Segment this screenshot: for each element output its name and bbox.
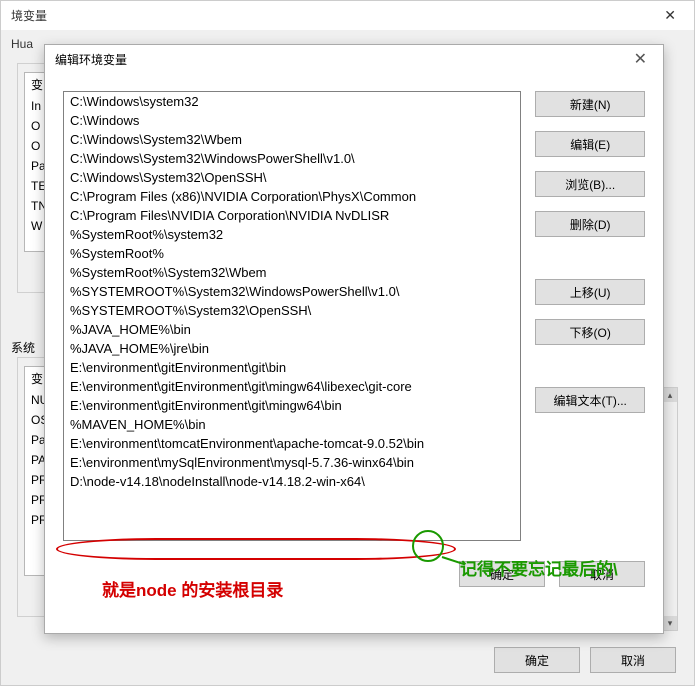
- path-item[interactable]: %SystemRoot%\System32\Wbem: [64, 263, 520, 282]
- path-item[interactable]: C:\Windows: [64, 111, 520, 130]
- edit-close-icon[interactable]: ✕: [628, 49, 653, 69]
- path-item[interactable]: C:\Windows\System32\OpenSSH\: [64, 168, 520, 187]
- path-item[interactable]: %JAVA_HOME%\jre\bin: [64, 339, 520, 358]
- edit-body: C:\Windows\system32C:\WindowsC:\Windows\…: [45, 73, 663, 551]
- scroll-up-icon[interactable]: ▴: [663, 388, 677, 402]
- path-item[interactable]: C:\Program Files (x86)\NVIDIA Corporatio…: [64, 187, 520, 206]
- path-item[interactable]: C:\Program Files\NVIDIA Corporation\NVID…: [64, 206, 520, 225]
- path-item[interactable]: C:\Windows\System32\WindowsPowerShell\v1…: [64, 149, 520, 168]
- path-item[interactable]: C:\Windows\System32\Wbem: [64, 130, 520, 149]
- path-item[interactable]: E:\environment\gitEnvironment\git\mingw6…: [64, 377, 520, 396]
- new-button[interactable]: 新建(N): [535, 91, 645, 117]
- side-buttons: 新建(N) 编辑(E) 浏览(B)... 删除(D) 上移(U) 下移(O) 编…: [535, 91, 645, 541]
- outer-button-row: 确定 取消: [494, 647, 676, 673]
- edit-text-button[interactable]: 编辑文本(T)...: [535, 387, 645, 413]
- outer-close-icon[interactable]: ✕: [656, 7, 684, 24]
- edit-footer: 确定 取消: [45, 551, 663, 601]
- edit-title-text: 编辑环境变量: [55, 51, 127, 68]
- path-item[interactable]: D:\node-v14.18\nodeInstall\node-v14.18.2…: [64, 472, 520, 491]
- outer-ok-button[interactable]: 确定: [494, 647, 580, 673]
- path-item[interactable]: %SYSTEMROOT%\System32\OpenSSH\: [64, 301, 520, 320]
- edit-env-var-dialog: 编辑环境变量 ✕ C:\Windows\system32C:\WindowsC:…: [44, 44, 664, 634]
- outer-scrollbar[interactable]: ▴ ▾: [662, 387, 678, 631]
- path-item[interactable]: %MAVEN_HOME%\bin: [64, 415, 520, 434]
- path-item[interactable]: E:\environment\gitEnvironment\git\mingw6…: [64, 396, 520, 415]
- edit-cancel-button[interactable]: 取消: [559, 561, 645, 587]
- outer-cancel-button[interactable]: 取消: [590, 647, 676, 673]
- edit-ok-button[interactable]: 确定: [459, 561, 545, 587]
- delete-button[interactable]: 删除(D): [535, 211, 645, 237]
- path-item[interactable]: C:\Windows\system32: [64, 92, 520, 111]
- path-item[interactable]: E:\environment\tomcatEnvironment\apache-…: [64, 434, 520, 453]
- browse-button[interactable]: 浏览(B)...: [535, 171, 645, 197]
- path-item[interactable]: E:\environment\mySqlEnvironment\mysql-5.…: [64, 453, 520, 472]
- path-item[interactable]: %SYSTEMROOT%\System32\WindowsPowerShell\…: [64, 282, 520, 301]
- edit-button[interactable]: 编辑(E): [535, 131, 645, 157]
- sys-vars-label: 系统: [11, 339, 35, 356]
- user-vars-legend: Hua: [11, 37, 33, 51]
- path-item[interactable]: %JAVA_HOME%\bin: [64, 320, 520, 339]
- scroll-down-icon[interactable]: ▾: [663, 616, 677, 630]
- outer-title-text: 境变量: [11, 7, 47, 24]
- outer-titlebar: 境变量 ✕: [1, 1, 694, 30]
- edit-titlebar: 编辑环境变量 ✕: [45, 45, 663, 73]
- path-item[interactable]: E:\environment\gitEnvironment\git\bin: [64, 358, 520, 377]
- move-down-button[interactable]: 下移(O): [535, 319, 645, 345]
- move-up-button[interactable]: 上移(U): [535, 279, 645, 305]
- path-item[interactable]: %SystemRoot%\system32: [64, 225, 520, 244]
- path-listbox[interactable]: C:\Windows\system32C:\WindowsC:\Windows\…: [63, 91, 521, 541]
- path-item[interactable]: %SystemRoot%: [64, 244, 520, 263]
